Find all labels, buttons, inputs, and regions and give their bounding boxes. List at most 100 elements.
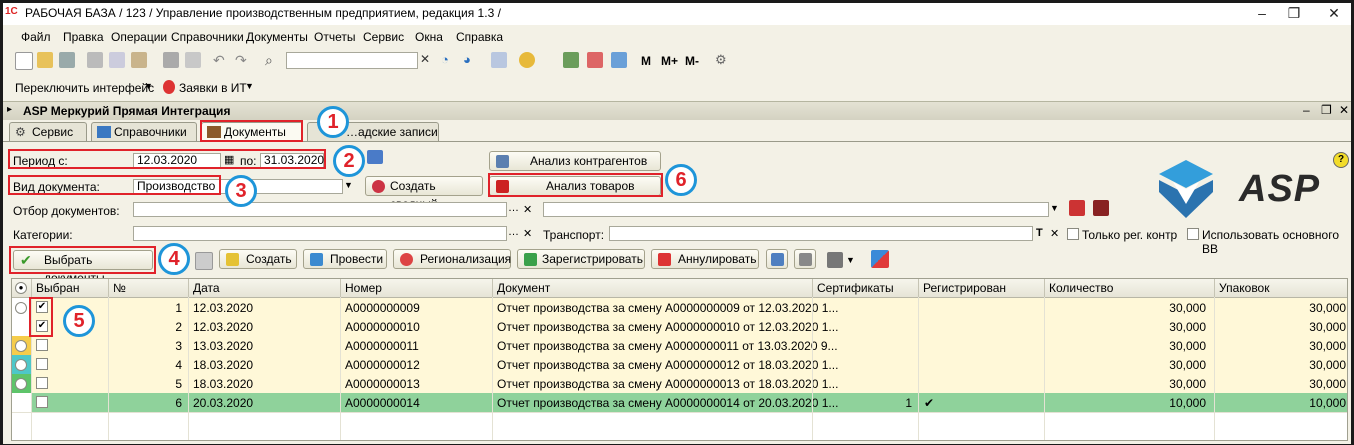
calculator-icon[interactable]	[563, 52, 579, 68]
form-close-icon[interactable]: ✕	[1339, 103, 1349, 117]
search-prev-icon[interactable]: ◕	[463, 52, 479, 68]
save-icon[interactable]	[59, 52, 75, 68]
col-document[interactable]: Документ	[497, 281, 550, 295]
export-icon[interactable]	[871, 250, 889, 268]
search-next-icon[interactable]: ◔	[441, 52, 457, 68]
print-menu-icon[interactable]	[827, 252, 843, 268]
tab-service[interactable]: ⚙ Сервис	[9, 122, 87, 142]
use-main-checkbox[interactable]	[1187, 228, 1199, 240]
col-packs[interactable]: Упаковок	[1219, 281, 1269, 295]
col-number[interactable]: №	[113, 281, 126, 295]
print-icon[interactable]	[163, 52, 179, 68]
it-requests-button[interactable]: Заявки в ИТ	[179, 81, 247, 95]
close-icon[interactable]: ✕	[1325, 5, 1343, 22]
only-reg-checkbox[interactable]	[1067, 228, 1079, 240]
categories-clear-icon[interactable]: ✕	[523, 227, 532, 240]
annul-button[interactable]: Аннулировать	[651, 249, 759, 269]
switch-interface-dropdown-icon[interactable]: ▼	[144, 81, 153, 91]
col-quantity[interactable]: Количество	[1049, 281, 1113, 295]
post-button[interactable]: Провести	[303, 249, 387, 269]
row-checkbox[interactable]	[36, 358, 48, 370]
col-doc-number[interactable]: Номер	[345, 281, 382, 295]
copy-icon[interactable]	[109, 52, 125, 68]
create-summary-button[interactable]: Создать сводный	[365, 176, 483, 211]
table-row[interactable]: 4 18.03.2020 А0000000012 Отчет производс…	[12, 355, 1347, 375]
create-button[interactable]: Создать	[219, 249, 297, 269]
text-mode-icon[interactable]: T	[1036, 227, 1043, 239]
transport-input[interactable]	[609, 226, 1033, 241]
menu-operations[interactable]: Операции	[111, 30, 167, 44]
info-icon[interactable]	[519, 52, 535, 68]
doc-filter-select-icon[interactable]: …	[508, 202, 519, 214]
windows-icon[interactable]	[491, 52, 507, 68]
preview-icon[interactable]	[185, 52, 201, 68]
period-picker-icon[interactable]	[367, 150, 383, 164]
tools-icon[interactable]: ⚙	[715, 52, 731, 68]
redo-icon[interactable]: ↷	[235, 52, 251, 68]
regionalize-button[interactable]: Регионализация	[393, 249, 511, 269]
users-icon[interactable]	[611, 52, 627, 68]
col-certificates[interactable]: Сертификаты	[817, 281, 894, 295]
col-registered[interactable]: Регистрирован	[923, 281, 1006, 295]
filter-select-2[interactable]	[543, 202, 1049, 217]
menu-edit[interactable]: Правка	[63, 30, 104, 44]
table-row[interactable]: ✔ 2 12.03.2020 А0000000010 Отчет произво…	[12, 317, 1347, 337]
doc-filter-clear-icon[interactable]: ✕	[523, 203, 532, 216]
table-row[interactable]: ✔ 1 12.03.2020 А0000000009 Отчет произво…	[12, 298, 1347, 318]
row-radio-icon[interactable]	[15, 302, 27, 314]
undo-icon[interactable]: ↶	[213, 52, 229, 68]
row-radio-icon[interactable]	[15, 359, 27, 371]
counterparty-analysis-button[interactable]: Анализ контрагентов	[489, 151, 661, 171]
table-row[interactable]: 5 18.03.2020 А0000000013 Отчет производс…	[12, 374, 1347, 394]
filter-select-2-dropdown-icon[interactable]: ▼	[1050, 203, 1059, 213]
copy-rows-icon[interactable]	[195, 252, 213, 270]
doc-filter-input[interactable]	[133, 202, 507, 217]
clear-search-icon[interactable]: ✕	[420, 52, 436, 68]
save-filter-icon[interactable]	[1069, 200, 1085, 216]
delete-filter-icon[interactable]	[1093, 200, 1109, 216]
open-icon[interactable]	[37, 52, 53, 68]
categories-input[interactable]	[133, 226, 507, 241]
search-input[interactable]	[286, 52, 418, 69]
trash-button[interactable]	[766, 249, 788, 269]
switch-interface-button[interactable]: Переключить интерфейс	[15, 81, 154, 95]
menu-windows[interactable]: Окна	[415, 30, 443, 44]
categories-select-icon[interactable]: …	[508, 226, 519, 238]
form-minimize-icon[interactable]: –	[1303, 103, 1310, 117]
tab-references[interactable]: Справочники	[91, 122, 197, 142]
col-date[interactable]: Дата	[193, 281, 220, 295]
m-button[interactable]: M	[641, 54, 651, 68]
menu-file[interactable]: Файл	[21, 30, 51, 44]
transport-clear-icon[interactable]: ✕	[1050, 227, 1059, 240]
row-radio-icon[interactable]	[15, 378, 27, 390]
form-restore-icon[interactable]: ❐	[1321, 103, 1332, 117]
it-requests-dropdown-icon[interactable]: ▼	[245, 81, 254, 91]
doc-type-dropdown-icon[interactable]: ▼	[344, 180, 353, 190]
menu-references[interactable]: Справочники	[171, 30, 244, 44]
col-selected[interactable]: Выбран	[36, 281, 79, 295]
m-plus-button[interactable]: M+	[661, 54, 678, 68]
row-checkbox[interactable]	[36, 339, 48, 351]
find-icon[interactable]: ⌕	[265, 52, 281, 68]
table-row-selected[interactable]: 6 20.03.2020 А0000000014 Отчет производс…	[12, 393, 1347, 413]
row-radio-icon[interactable]	[15, 340, 27, 352]
row-checkbox[interactable]	[36, 377, 48, 389]
help-icon[interactable]: ?	[1333, 152, 1349, 168]
menu-documents[interactable]: Документы	[246, 30, 308, 44]
calendar-icon[interactable]	[587, 52, 603, 68]
menu-service[interactable]: Сервис	[363, 30, 404, 44]
eraser-button[interactable]	[794, 249, 816, 269]
table-row[interactable]: 3 13.03.2020 А0000000011 Отчет производс…	[12, 336, 1347, 356]
minimize-icon[interactable]: –	[1253, 5, 1271, 21]
restore-icon[interactable]: ❐	[1285, 5, 1303, 22]
cut-icon[interactable]	[87, 52, 103, 68]
header-radio-icon[interactable]: ●	[15, 282, 27, 294]
register-button[interactable]: Зарегистрировать	[517, 249, 645, 269]
m-minus-button[interactable]: M-	[685, 54, 699, 68]
row-checkbox[interactable]	[36, 396, 48, 408]
paste-icon[interactable]	[131, 52, 147, 68]
new-icon[interactable]	[15, 52, 33, 70]
menu-reports[interactable]: Отчеты	[314, 30, 355, 44]
print-dropdown-icon[interactable]: ▼	[846, 255, 855, 265]
menu-help[interactable]: Справка	[456, 30, 503, 44]
